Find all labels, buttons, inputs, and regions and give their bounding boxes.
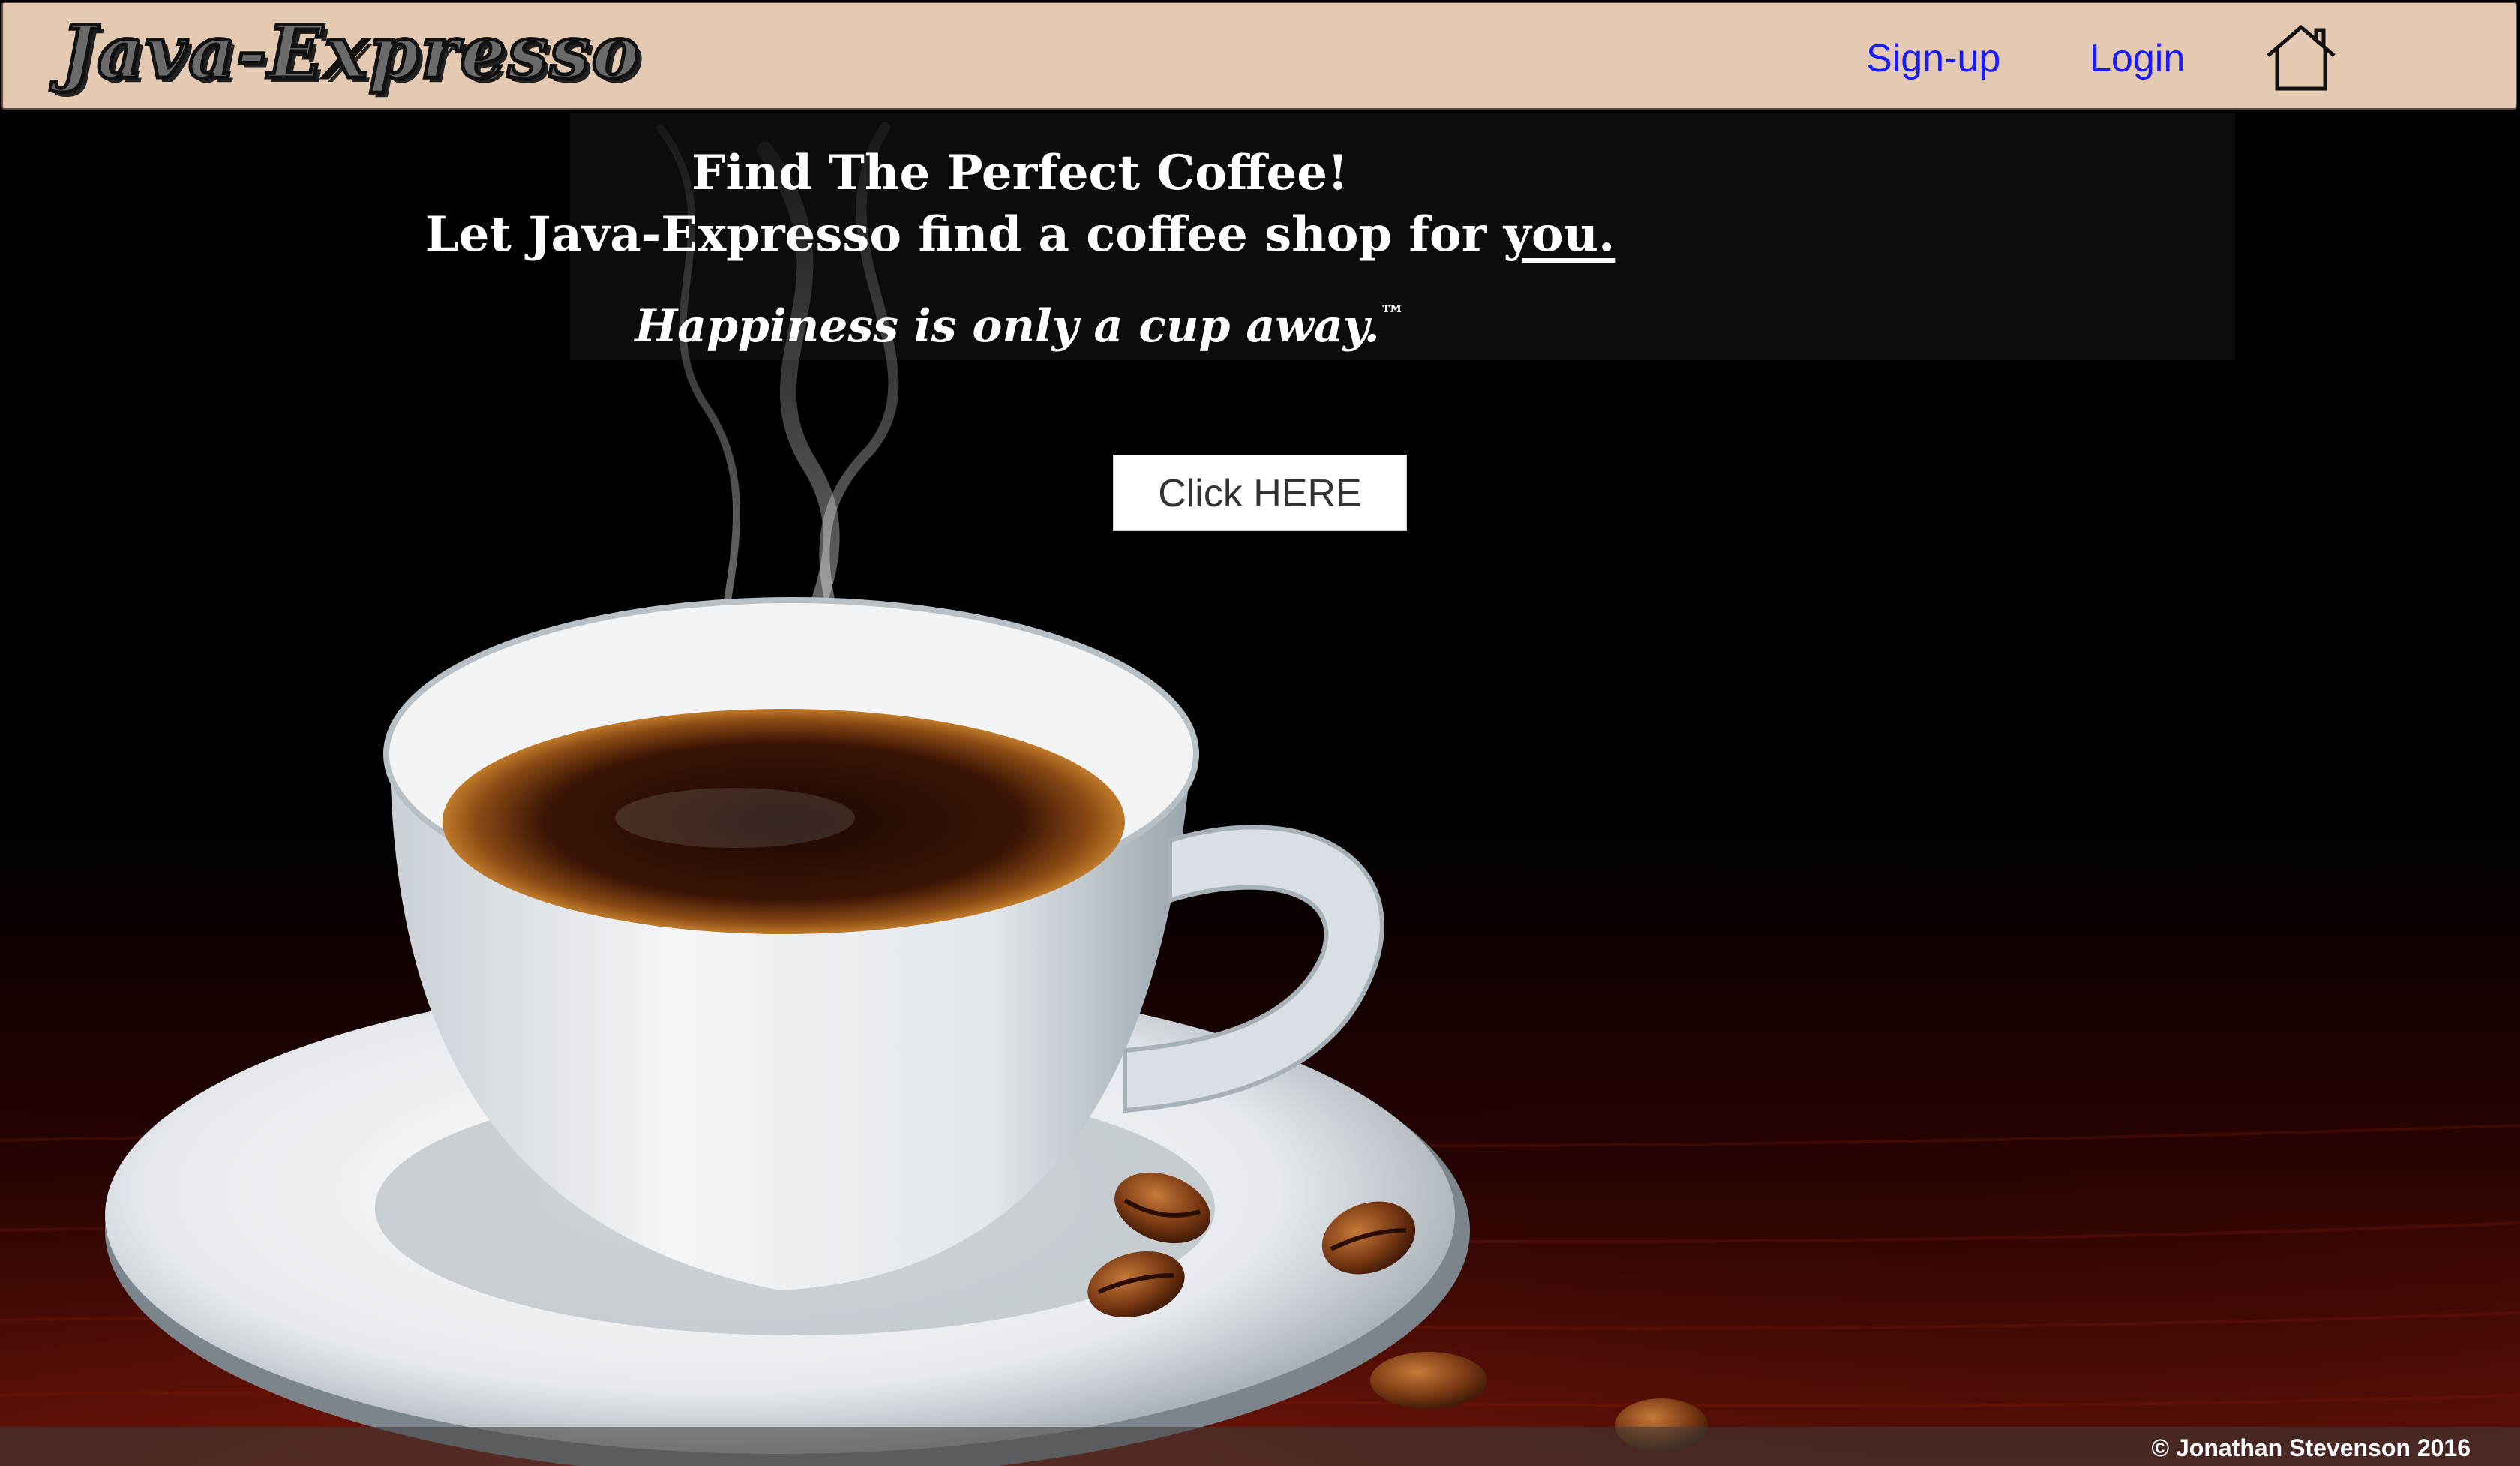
headline-line-2: Let Java-Expresso find a coffee shop for: [424, 206, 1504, 263]
hero-section: Find The Perfect Coffee! Let Java-Expres…: [0, 143, 2520, 356]
top-navbar: Java-Expresso Sign-up Login: [2, 2, 2517, 110]
login-link[interactable]: Login: [2090, 36, 2185, 81]
home-icon[interactable]: [2264, 23, 2338, 92]
site-logo[interactable]: Java-Expresso: [60, 8, 642, 98]
headline-emphasis: you.: [1503, 206, 1616, 263]
click-here-button[interactable]: Click HERE: [1113, 455, 1407, 531]
hero-headline: Find The Perfect Coffee! Let Java-Expres…: [0, 143, 2280, 266]
copyright-text: © Jonathan Stevenson 2016: [2151, 1434, 2471, 1461]
trademark-mark: ™: [1379, 300, 1406, 330]
hero-tagline: Happiness is only a cup away.™: [0, 285, 2280, 356]
signup-link[interactable]: Sign-up: [1866, 36, 2000, 81]
page: Java-Expresso Sign-up Login Find The Per…: [0, 0, 2520, 1466]
headline-line-1: Find The Perfect Coffee!: [691, 145, 1349, 201]
tagline-text: Happiness is only a cup away.: [634, 300, 1380, 353]
footer: © Jonathan Stevenson 2016: [0, 1427, 2520, 1466]
